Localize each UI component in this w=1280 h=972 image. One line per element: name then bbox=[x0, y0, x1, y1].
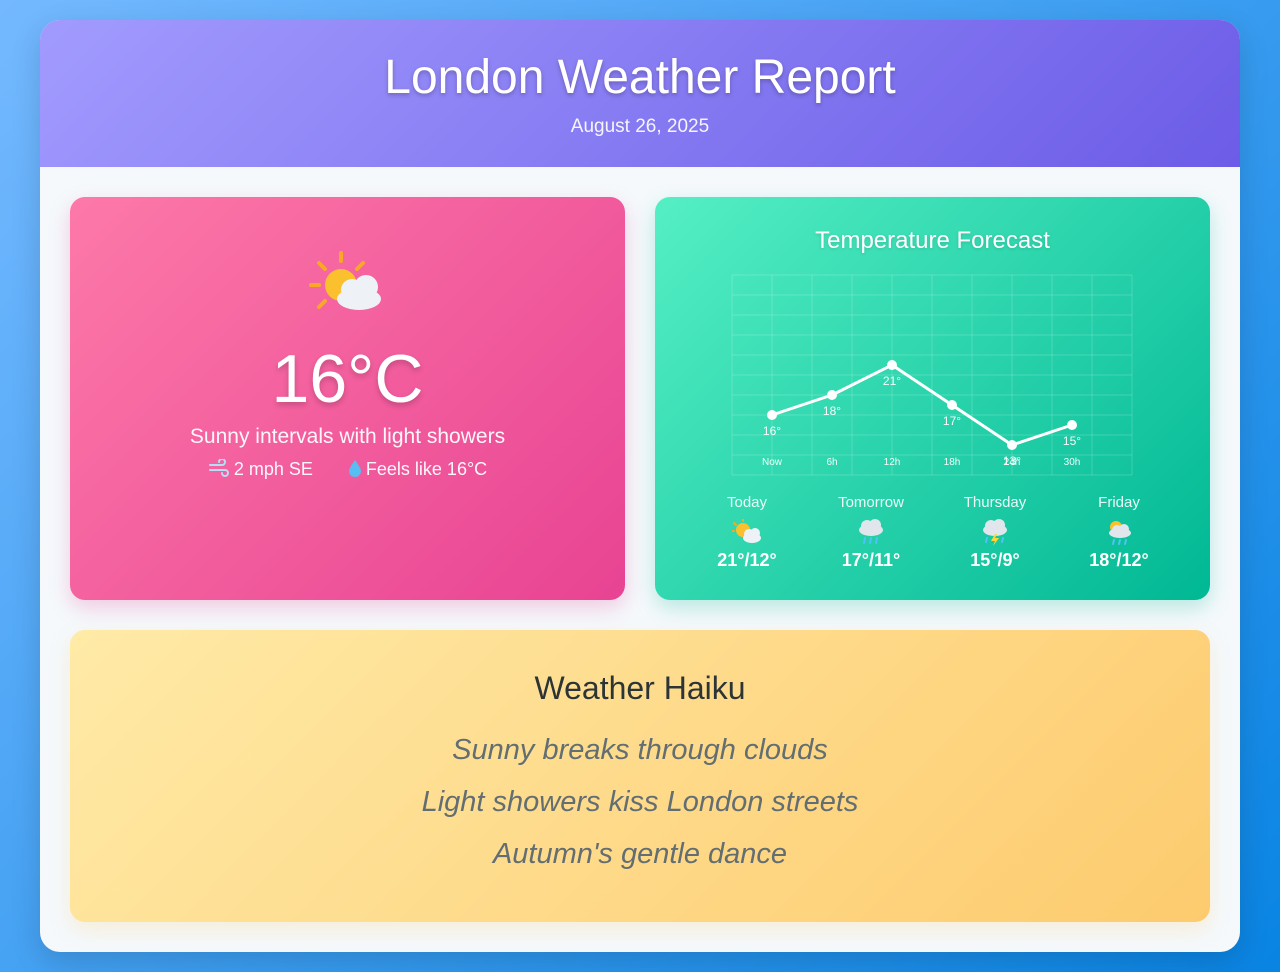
forecast-temp-range: 17°/11° bbox=[841, 550, 901, 570]
forecast-day-name: Thursday bbox=[963, 494, 1027, 511]
current-temperature: 16°C bbox=[271, 341, 424, 417]
feels-like: Feels like 16°C bbox=[365, 459, 488, 479]
data-point bbox=[1067, 420, 1077, 430]
weather-description: Sunny intervals with light showers bbox=[189, 425, 506, 448]
current-weather-card: 16°C Sunny intervals with light showers … bbox=[70, 197, 625, 600]
forecast-day-today: Today 21°/12° bbox=[685, 494, 809, 571]
haiku-line-3: Autumn's gentle dance bbox=[492, 838, 788, 870]
x-tick-label: 30h bbox=[1064, 457, 1081, 468]
droplet-icon bbox=[348, 459, 362, 482]
thunder-cloud-icon bbox=[933, 516, 1057, 548]
forecast-day-name: Tomorrow bbox=[838, 494, 904, 511]
data-label: 21° bbox=[883, 374, 901, 388]
wind-icon bbox=[208, 458, 230, 482]
temperature-line bbox=[771, 363, 1073, 447]
weather-details: 2 mph SE Feels like 16°C bbox=[70, 458, 625, 482]
report-date: August 26, 2025 bbox=[570, 116, 710, 137]
data-point bbox=[947, 400, 957, 410]
x-tick-label: 18h bbox=[944, 457, 961, 468]
x-tick-label: Now bbox=[762, 457, 783, 468]
haiku-title: Weather Haiku bbox=[534, 670, 746, 706]
sun-behind-cloud-icon bbox=[685, 516, 809, 548]
forecast-temp-range: 18°/12° bbox=[1089, 550, 1149, 570]
data-label: 18° bbox=[823, 404, 841, 418]
forecast-day-friday: Friday 18°/12° bbox=[1057, 494, 1181, 571]
forecast-day-tomorrow: Tomorrow 17°/11° bbox=[809, 494, 933, 571]
forecast-temp-range: 21°/12° bbox=[717, 550, 777, 570]
x-tick-label: 24h bbox=[1004, 457, 1021, 468]
x-tick-label: 12h bbox=[884, 457, 901, 468]
data-point bbox=[1007, 440, 1017, 450]
header: London Weather Report August 26, 2025 bbox=[40, 20, 1240, 167]
haiku-line-2: Light showers kiss London streets bbox=[421, 786, 859, 818]
forecast-card: Temperature Forecast 16° 18° 21° 17° 13° 15° N… bbox=[655, 197, 1210, 600]
data-label: 15° bbox=[1063, 434, 1081, 448]
data-label: 16° bbox=[763, 424, 781, 438]
data-label: 17° bbox=[943, 414, 961, 428]
forecast-day-thursday: Thursday 15°/9° bbox=[933, 494, 1057, 571]
feels-like-detail: Feels like 16°C bbox=[348, 459, 487, 482]
haiku-card: Weather Haiku Sunny breaks through cloud… bbox=[70, 630, 1210, 922]
x-tick-label: 6h bbox=[826, 457, 837, 468]
data-point bbox=[887, 360, 897, 370]
page-title: London Weather Report bbox=[384, 51, 896, 104]
haiku-line-1: Sunny breaks through clouds bbox=[452, 734, 828, 766]
temperature-chart: 16°18°21°17°13°15°Now 6h 12h 18h 24h 30h bbox=[731, 274, 1133, 476]
wind-detail: 2 mph SE bbox=[208, 458, 313, 482]
daily-forecast: Today 21°/12° Tomorrow 17°/11° Thursday 15°/9… bbox=[685, 494, 1181, 571]
wind-speed: 2 mph SE bbox=[233, 459, 313, 479]
forecast-day-name: Friday bbox=[1098, 494, 1140, 511]
data-point bbox=[827, 390, 837, 400]
data-point bbox=[767, 410, 777, 420]
sun-behind-cloud-icon bbox=[307, 249, 387, 319]
app-container: London Weather Report August 26, 2025 16… bbox=[40, 20, 1240, 952]
rain-cloud-icon bbox=[809, 516, 933, 548]
forecast-temp-range: 15°/9° bbox=[970, 550, 1020, 570]
sun-behind-rain-cloud-icon bbox=[1057, 516, 1181, 548]
forecast-day-name: Today bbox=[726, 494, 768, 511]
